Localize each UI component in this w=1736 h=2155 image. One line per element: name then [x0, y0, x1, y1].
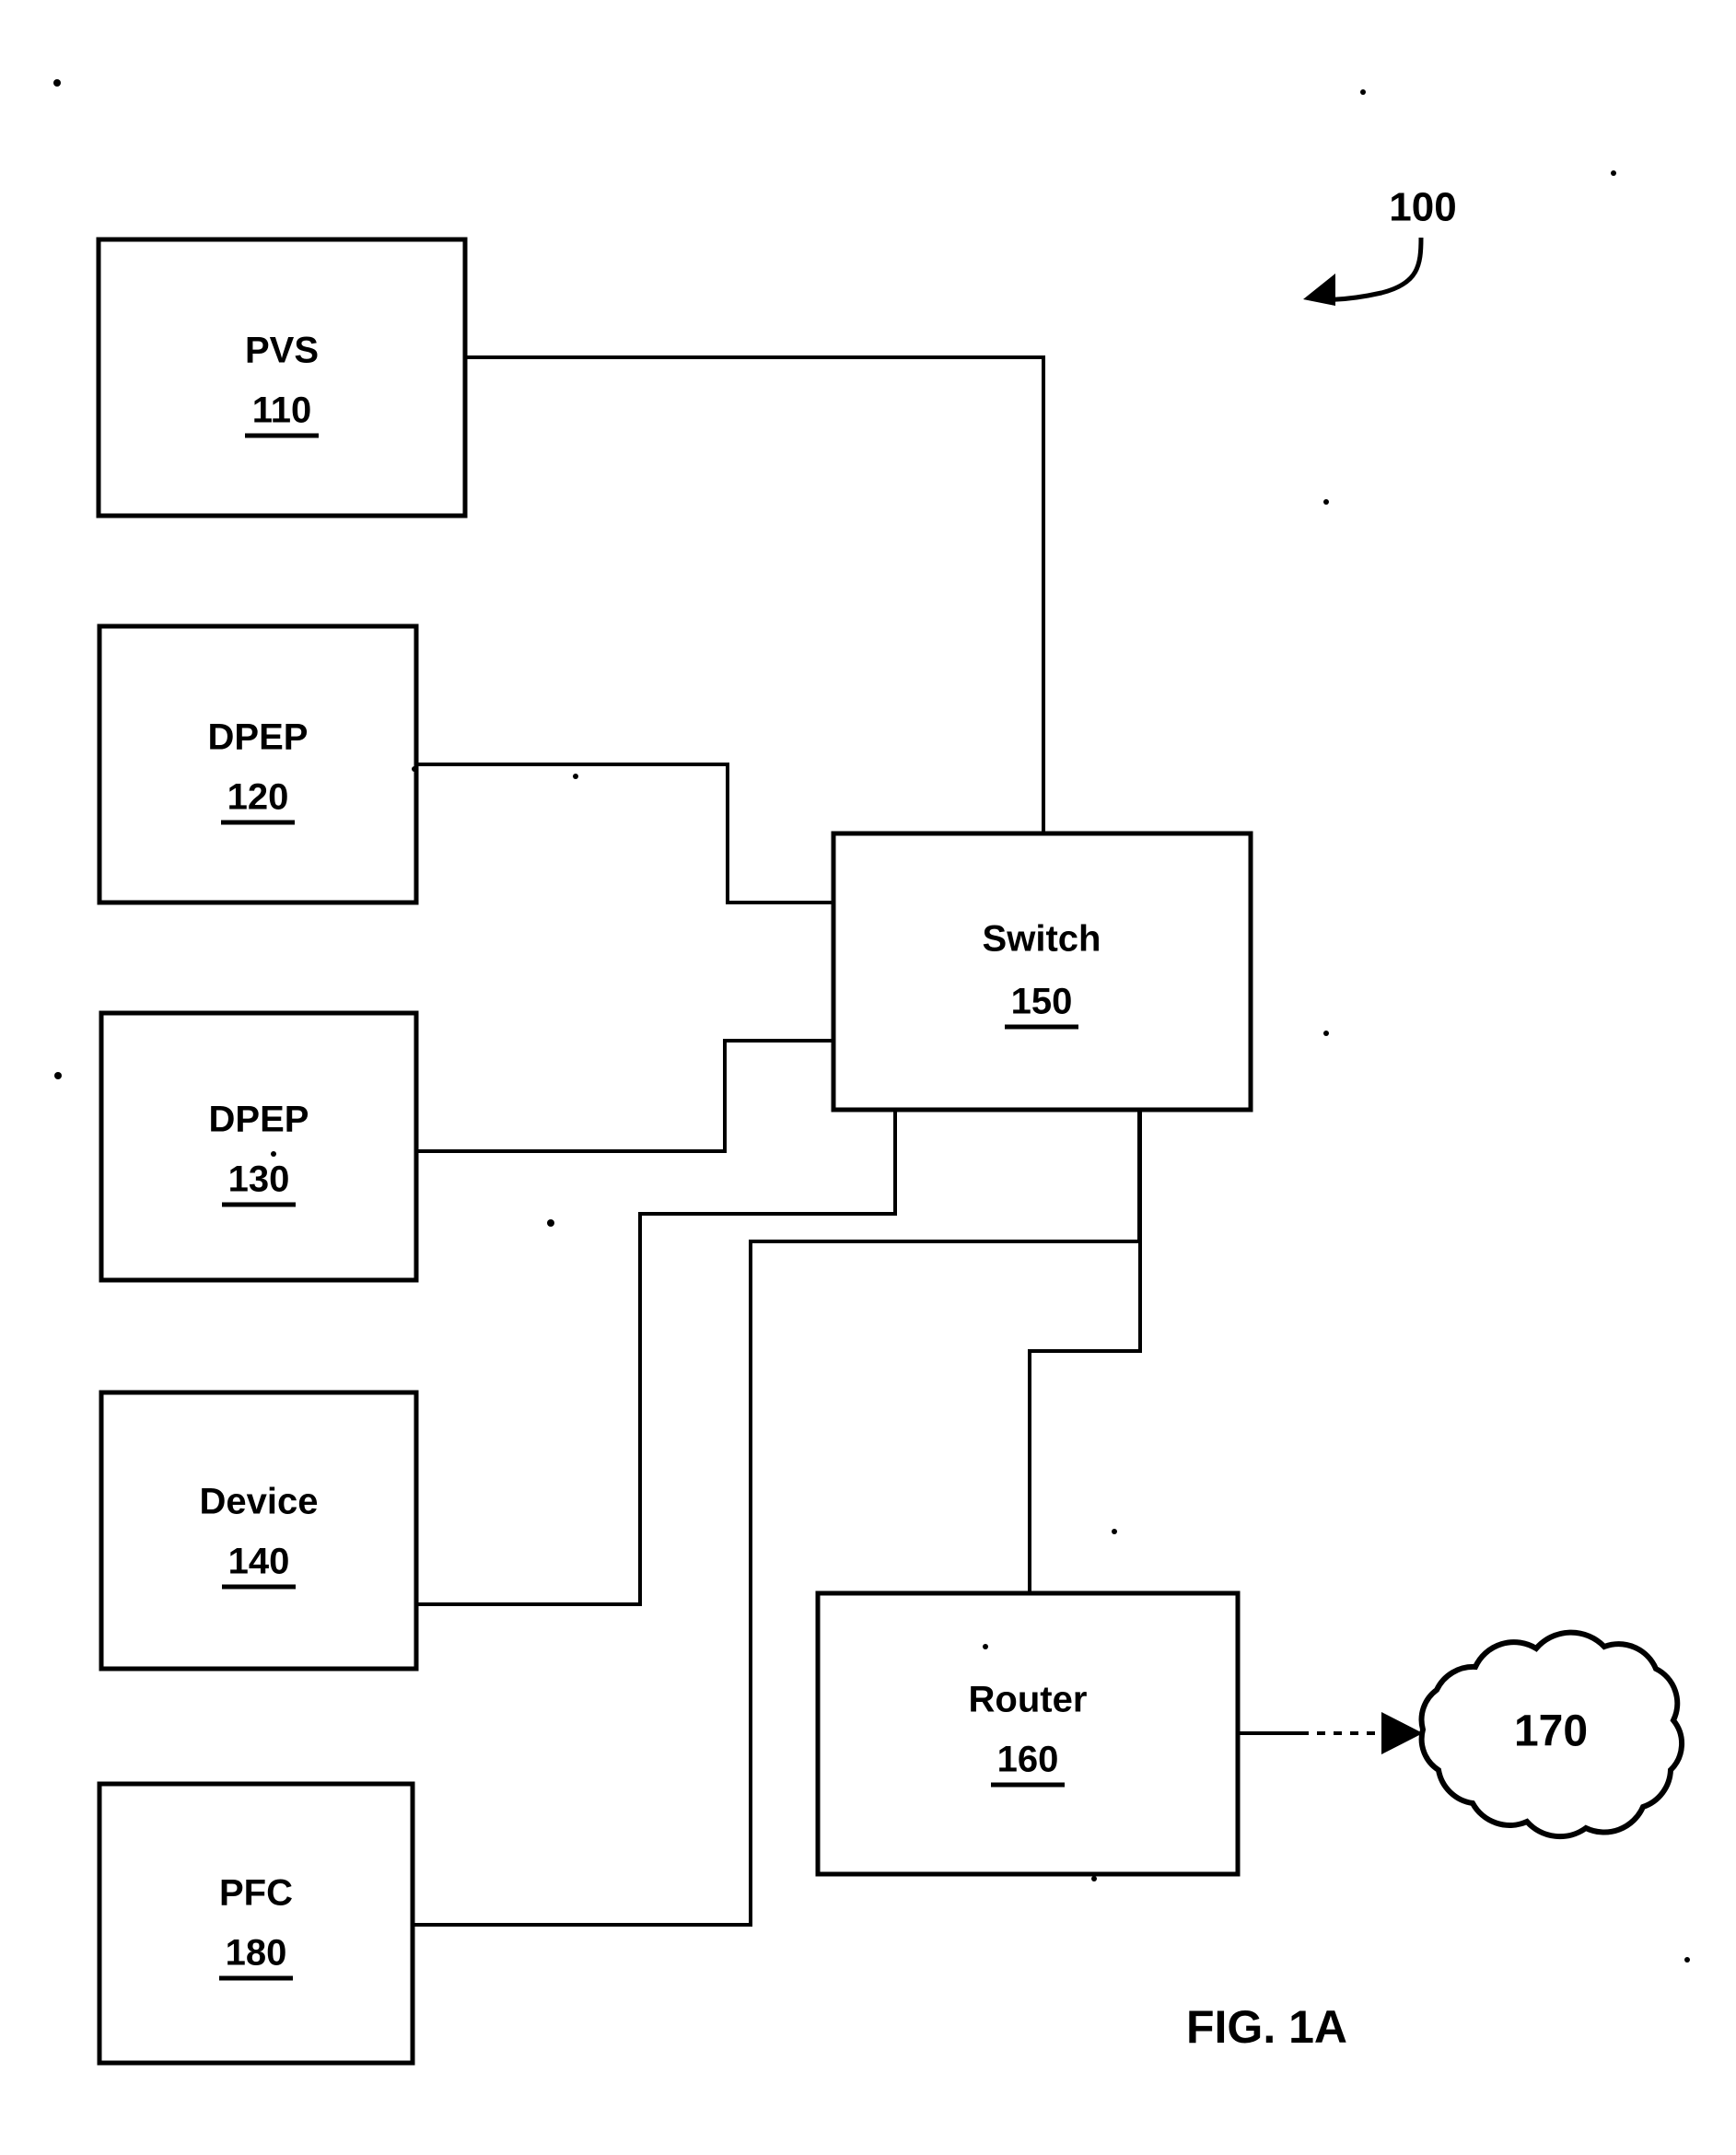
node-device140-ref: 140 [228, 1542, 290, 1582]
node-pvs-ref: 110 [252, 390, 312, 431]
connection-dpep130-to-switch [416, 1039, 833, 1153]
node-router160-box[interactable] [815, 1590, 1241, 1877]
node-router160-title: Router [969, 1680, 1088, 1720]
cloud-ref-label: 170 [1514, 1707, 1588, 1756]
scan-speck [1112, 1529, 1117, 1534]
node-switch150[interactable]: Switch 150 [831, 831, 1253, 1112]
node-dpep120[interactable]: DPEP 120 [97, 623, 419, 905]
connection-switch-to-router [1028, 1110, 1142, 1593]
scan-speck [54, 1072, 62, 1079]
system-reference-lead-line [1322, 237, 1424, 302]
node-pfc180[interactable]: PFC 180 [97, 1781, 415, 2066]
scan-speck [1611, 170, 1616, 176]
patent-figure: PVS 110 DPEP 120 DPEP 130 Device 140 PFC… [0, 0, 1736, 2155]
node-device140-title: Device [200, 1482, 319, 1522]
system-reference-callout: 100 [1303, 185, 1457, 306]
scan-speck [1323, 499, 1329, 505]
scan-speck [1684, 1957, 1690, 1963]
scan-speck [573, 774, 578, 779]
network-cloud[interactable]: 170 [1418, 1629, 1685, 1840]
connection-pvs-to-switch [465, 355, 1045, 833]
node-dpep120-ref: 120 [227, 777, 289, 818]
node-pvs-title: PVS [245, 331, 319, 371]
node-dpep130-box[interactable] [99, 1010, 419, 1283]
scan-speck [53, 79, 61, 87]
node-dpep130-ref: 130 [228, 1159, 290, 1200]
arrowhead-icon [1381, 1712, 1423, 1754]
system-reference-arrowhead-icon [1303, 274, 1335, 306]
scan-speck [412, 766, 417, 772]
scan-speck [547, 1219, 554, 1227]
node-pfc180-box[interactable] [97, 1781, 415, 2066]
connection-dpep120-to-switch [416, 763, 833, 904]
node-pfc180-title: PFC [219, 1873, 293, 1914]
node-dpep120-box[interactable] [97, 623, 419, 905]
node-pvs[interactable]: PVS 110 [96, 237, 468, 518]
node-device140[interactable]: Device 140 [99, 1390, 419, 1672]
scan-speck [271, 1151, 276, 1157]
node-pvs-box[interactable] [96, 237, 468, 518]
connection-device140-to-switch [416, 1110, 897, 1606]
scan-speck [1323, 1031, 1329, 1036]
system-reference-label: 100 [1389, 185, 1456, 230]
node-dpep130[interactable]: DPEP 130 [99, 1010, 419, 1283]
node-dpep120-title: DPEP [208, 717, 309, 758]
network-block-diagram: PVS 110 DPEP 120 DPEP 130 Device 140 PFC… [53, 79, 1690, 2066]
node-dpep130-title: DPEP [209, 1100, 309, 1140]
node-switch150-title: Switch [983, 919, 1101, 960]
node-router160[interactable]: Router 160 [815, 1590, 1241, 1877]
node-router160-ref: 160 [997, 1740, 1059, 1780]
scan-speck [1091, 1876, 1097, 1881]
node-pfc180-ref: 180 [226, 1933, 287, 1974]
node-switch150-ref: 150 [1011, 982, 1073, 1022]
scan-speck [983, 1644, 988, 1649]
scan-speck [1360, 89, 1366, 95]
figure-caption: FIG. 1A [1186, 2001, 1347, 2053]
node-switch150-box[interactable] [831, 831, 1253, 1112]
node-device140-box[interactable] [99, 1390, 419, 1672]
